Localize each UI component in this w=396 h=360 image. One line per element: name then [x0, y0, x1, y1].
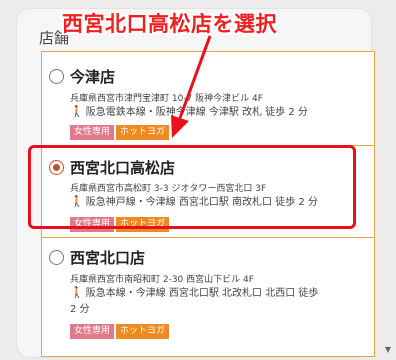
tag-hot-yoga: ホットヨガ [116, 125, 170, 140]
walking-person-icon: 🚶 [70, 286, 84, 299]
store-address: 兵庫県西宮市津門宝津町 10-7 阪神今津ビル 4F [70, 94, 263, 104]
tag-women-only: 女性専用 [70, 324, 115, 339]
walking-person-icon: 🚶 [70, 105, 84, 118]
selection-highlight-box [28, 145, 356, 229]
store-address: 兵庫県西宮市南昭和町 2-30 西宮山下ビル 4F [70, 275, 254, 285]
radio-button[interactable] [49, 250, 64, 265]
tag-women-only: 女性専用 [70, 125, 115, 140]
store-option-nishinomiya-kitaguchi[interactable]: 西宮北口店 兵庫県西宮市南昭和町 2-30 西宮山下ビル 4F 🚶 阪急本線・今津… [42, 238, 374, 356]
annotation-text: 西宮北口高松店を選択 [62, 12, 277, 36]
store-name: 今津店 [70, 68, 116, 86]
tag-hot-yoga: ホットヨガ [116, 324, 170, 339]
store-access: 阪急電鉄本線・阪神今津線 今津駅 改札 徒歩 2 分 [85, 107, 308, 118]
store-access: 阪急本線・今津線 西宮北口駅 北改札口 北西口 徒歩 2 分 [70, 288, 319, 315]
scroll-down-arrow-icon[interactable]: ▼ [385, 345, 391, 354]
radio-button[interactable] [49, 69, 64, 84]
store-name: 西宮北口店 [70, 249, 146, 267]
store-option-imazu[interactable]: 今津店 兵庫県西宮市津門宝津町 10-7 阪神今津ビル 4F 🚶 阪急電鉄本線・阪… [42, 52, 374, 146]
